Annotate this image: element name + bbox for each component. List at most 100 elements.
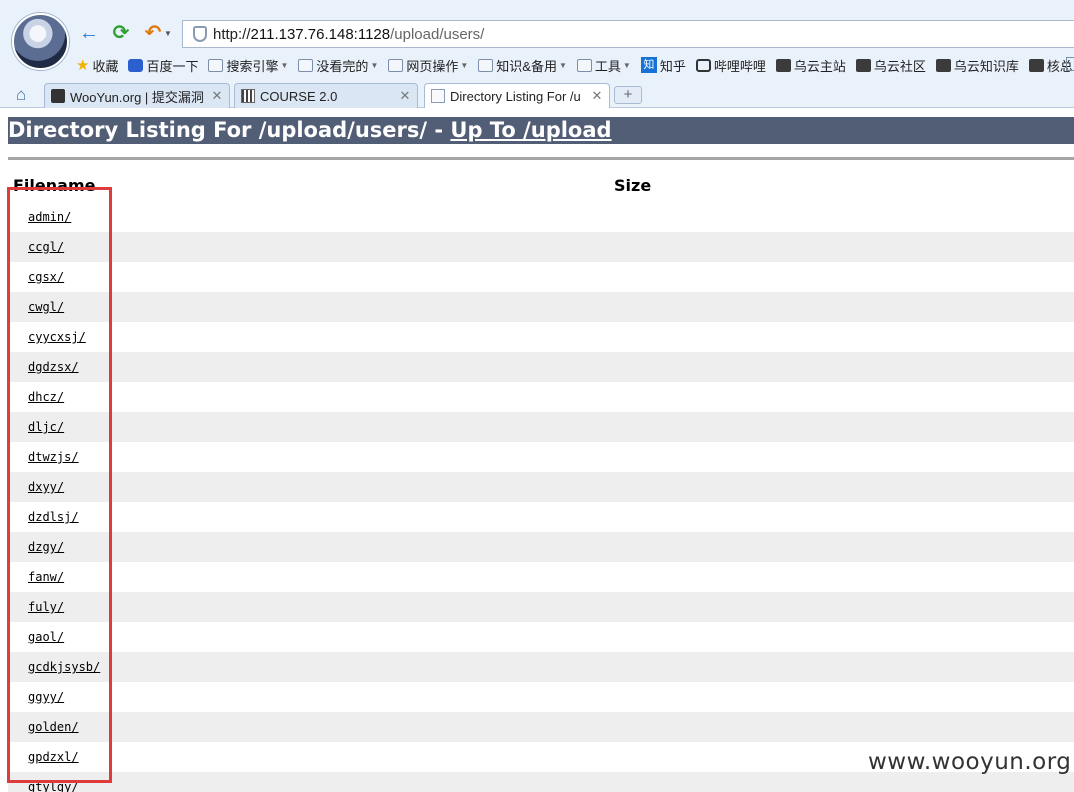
bookmark-item[interactable]: 工具 ▼ bbox=[576, 56, 631, 75]
folder-icon bbox=[208, 58, 224, 72]
table-row: golden/ bbox=[8, 712, 1074, 742]
chevron-down-icon: ▼ bbox=[280, 60, 289, 70]
table-row: dljc/ bbox=[8, 412, 1074, 442]
wooyun-icon bbox=[51, 89, 65, 103]
page-title-text: Directory Listing For /upload/users/ - bbox=[8, 118, 451, 142]
tab-directory-listing[interactable]: Directory Listing For /u ✕ bbox=[424, 83, 610, 108]
table-row: dzdlsj/ bbox=[8, 502, 1074, 532]
bookmark-label: 哔哩哔哩 bbox=[713, 58, 766, 74]
star-icon: ★ bbox=[76, 57, 90, 74]
file-link[interactable]: gcdkjsysb/ bbox=[28, 660, 100, 674]
url-path: /upload/users/ bbox=[390, 25, 485, 43]
page-title: Directory Listing For /upload/users/ - U… bbox=[8, 117, 1074, 144]
file-link[interactable]: dzdlsj/ bbox=[28, 510, 79, 524]
table-row: dtwzjs/ bbox=[8, 442, 1074, 472]
file-link[interactable]: fanw/ bbox=[28, 570, 64, 584]
size-column-header: Size bbox=[614, 176, 652, 195]
file-link[interactable]: ggyy/ bbox=[28, 690, 64, 704]
close-icon[interactable]: ✕ bbox=[589, 88, 605, 104]
file-link[interactable]: cgsx/ bbox=[28, 270, 64, 284]
up-to-parent-link[interactable]: Up To /upload bbox=[450, 118, 611, 142]
table-row: fuly/ bbox=[8, 592, 1074, 622]
file-link[interactable]: dgdzsx/ bbox=[28, 360, 79, 374]
table-row: dzgy/ bbox=[8, 532, 1074, 562]
wooyun-icon bbox=[855, 58, 871, 72]
bookmark-item[interactable]: 知知乎 bbox=[640, 56, 686, 75]
folder-icon bbox=[388, 58, 404, 72]
table-row: admin/ bbox=[8, 202, 1074, 232]
file-link[interactable]: fuly/ bbox=[28, 600, 64, 614]
file-link[interactable]: gtylgy/ bbox=[28, 780, 79, 792]
folder-icon bbox=[298, 58, 314, 72]
file-list: admin/ccgl/cgsx/cwgl/cyycxsj/dgdzsx/dhcz… bbox=[8, 202, 1074, 792]
bookmark-item[interactable]: 没看完的 ▼ bbox=[298, 56, 378, 75]
divider bbox=[8, 157, 1074, 160]
bilibili-icon bbox=[695, 58, 711, 72]
table-row: cgsx/ bbox=[8, 262, 1074, 292]
chevron-down-icon: ▼ bbox=[460, 60, 469, 70]
table-row: gtylgy/ bbox=[8, 772, 1074, 792]
bookmark-label: 知乎 bbox=[659, 58, 686, 74]
file-link[interactable]: dhcz/ bbox=[28, 390, 64, 404]
file-link[interactable]: cwgl/ bbox=[28, 300, 64, 314]
file-link[interactable]: cyycxsj/ bbox=[28, 330, 86, 344]
file-link[interactable]: dljc/ bbox=[28, 420, 64, 434]
close-icon[interactable]: ✕ bbox=[397, 88, 413, 104]
bookmark-label: 没看完的 bbox=[316, 58, 369, 74]
tab-wooyun[interactable]: WooYun.org | 提交漏洞 ✕ bbox=[44, 83, 230, 108]
bookmark-label: 收藏 bbox=[92, 58, 119, 74]
table-row: fanw/ bbox=[8, 562, 1074, 592]
table-row: ccgl/ bbox=[8, 232, 1074, 262]
home-icon[interactable]: ⌂ bbox=[16, 85, 26, 105]
bookmark-label: 乌云知识库 bbox=[953, 58, 1019, 74]
bookmark-item[interactable]: 网页操作 ▼ bbox=[388, 56, 468, 75]
bookmark-item[interactable]: 乌云知识库 bbox=[935, 56, 1019, 75]
close-icon[interactable]: ✕ bbox=[209, 88, 225, 104]
watermark: www.wooyun.org bbox=[868, 749, 1072, 775]
undo-icon[interactable]: ↶ bbox=[142, 22, 164, 44]
bookmark-item[interactable]: 哔哩哔哩 bbox=[695, 56, 766, 75]
new-tab-button[interactable]: + bbox=[614, 86, 642, 104]
url-host: 211.137.76.148:1128 bbox=[250, 25, 391, 43]
folder-icon bbox=[576, 58, 592, 72]
bookmark-overflow-icon[interactable] bbox=[1066, 57, 1074, 71]
document-icon bbox=[431, 89, 445, 103]
bookmark-item[interactable]: 乌云社区 bbox=[855, 56, 926, 75]
browser-chrome: ← ⟳ ↶ ▼ http://211.137.76.148:1128/uploa… bbox=[0, 0, 1074, 108]
url-scheme: http:// bbox=[213, 25, 251, 43]
file-link[interactable]: gpdzxl/ bbox=[28, 750, 79, 764]
back-arrow-icon[interactable]: ← bbox=[78, 22, 100, 44]
bookmark-label: 网页操作 bbox=[406, 58, 459, 74]
file-link[interactable]: dtwzjs/ bbox=[28, 450, 79, 464]
file-link[interactable]: ccgl/ bbox=[28, 240, 64, 254]
bookmark-item[interactable]: ★ 收藏 bbox=[76, 56, 118, 75]
file-link[interactable]: gaol/ bbox=[28, 630, 64, 644]
site-icon bbox=[1028, 58, 1044, 72]
file-link[interactable]: dzgy/ bbox=[28, 540, 64, 554]
user-avatar[interactable] bbox=[12, 13, 69, 70]
wooyun-icon bbox=[935, 58, 951, 72]
table-row: cwgl/ bbox=[8, 292, 1074, 322]
bookmark-item[interactable]: 乌云主站 bbox=[775, 56, 846, 75]
refresh-icon[interactable]: ⟳ bbox=[110, 22, 132, 44]
undo-dropdown-icon[interactable]: ▼ bbox=[164, 29, 172, 38]
tab-label: COURSE 2.0 bbox=[260, 88, 338, 104]
bookmark-label: 乌云社区 bbox=[873, 58, 926, 74]
address-url[interactable]: http://211.137.76.148:1128/upload/users/ bbox=[213, 26, 484, 43]
file-link[interactable]: golden/ bbox=[28, 720, 79, 734]
file-link[interactable]: admin/ bbox=[28, 210, 71, 224]
address-bar[interactable]: http://211.137.76.148:1128/upload/users/ bbox=[182, 20, 1074, 48]
chevron-down-icon: ▼ bbox=[370, 60, 379, 70]
bookmark-label: 搜索引擎 bbox=[226, 58, 279, 74]
file-link[interactable]: dxyy/ bbox=[28, 480, 64, 494]
bookmark-item[interactable]: 知识&备用 ▼ bbox=[478, 56, 567, 75]
bookmark-item[interactable]: 百度一下 bbox=[128, 56, 198, 75]
bookmark-label: 知识&备用 bbox=[496, 58, 557, 74]
tab-course[interactable]: COURSE 2.0 ✕ bbox=[234, 83, 418, 108]
bookmark-label: 百度一下 bbox=[146, 58, 199, 74]
tab-strip: ⌂ WooYun.org | 提交漏洞 ✕ COURSE 2.0 ✕ Direc… bbox=[0, 82, 1074, 108]
tab-label: WooYun.org | 提交漏洞 bbox=[70, 89, 204, 105]
bookmark-item[interactable]: 搜索引擎 ▼ bbox=[208, 56, 288, 75]
table-row: dhcz/ bbox=[8, 382, 1074, 412]
tab-label: Directory Listing For /u bbox=[450, 88, 581, 104]
